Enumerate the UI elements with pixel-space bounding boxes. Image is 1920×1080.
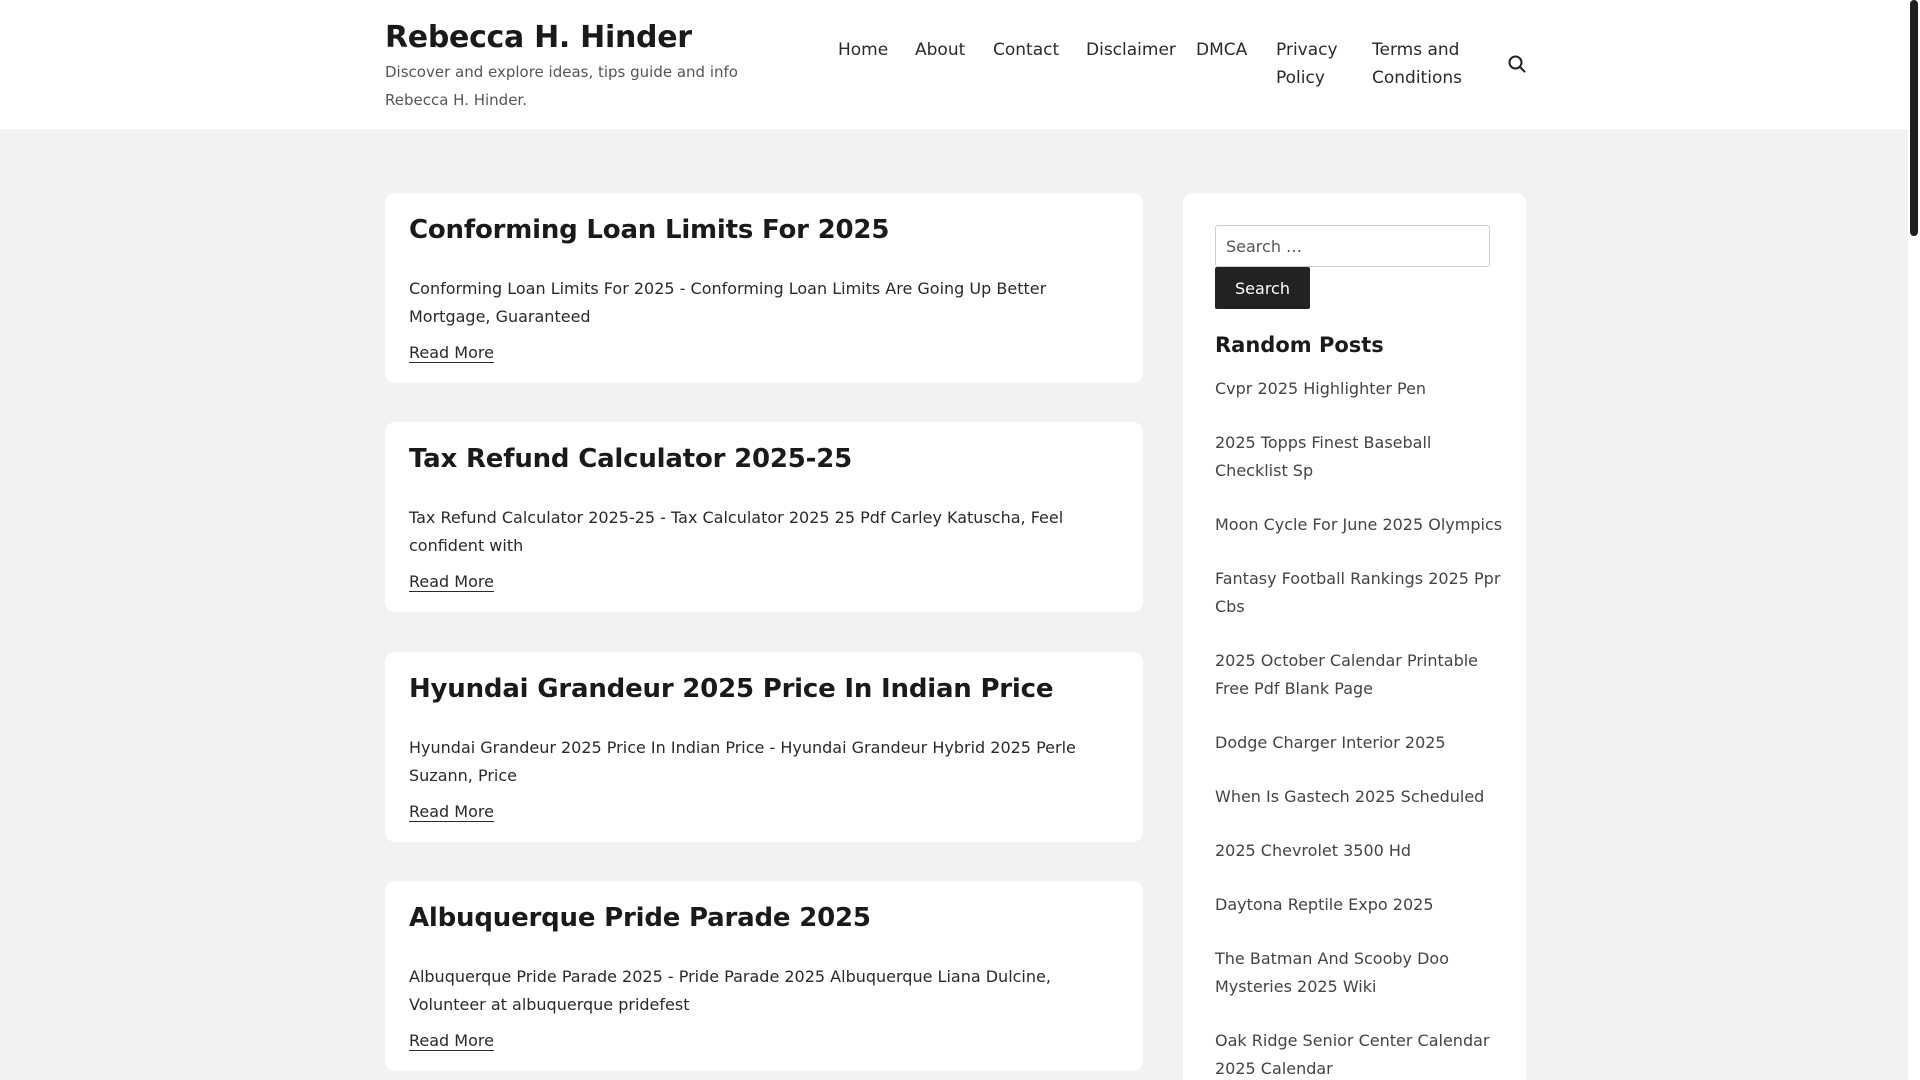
- nav-terms-and-conditions[interactable]: Terms and Conditions: [1372, 36, 1462, 92]
- scrollbar-thumb[interactable]: [1910, 0, 1918, 236]
- random-post-link[interactable]: When Is Gastech 2025 Scheduled: [1215, 783, 1505, 811]
- nav-about[interactable]: About: [915, 36, 965, 64]
- site-description: Discover and explore ideas, tips guide a…: [385, 63, 738, 109]
- site-header: Rebecca H. Hinder Discover and explore i…: [0, 0, 1908, 129]
- nav-home[interactable]: Home: [838, 36, 888, 64]
- post-title[interactable]: Tax Refund Calculator 2025-25: [409, 444, 852, 474]
- random-post-link[interactable]: Oak Ridge Senior Center Calendar 2025 Ca…: [1215, 1027, 1505, 1080]
- nav-disclaimer[interactable]: Disclaimer: [1086, 36, 1176, 64]
- nav-privacy-policy[interactable]: Privacy Policy: [1276, 36, 1346, 92]
- sidebar-search-input[interactable]: [1215, 225, 1490, 267]
- sidebar: Search Random Posts Cvpr 2025 Highlighte…: [1183, 193, 1526, 1080]
- post-title[interactable]: Conforming Loan Limits For 2025: [409, 215, 889, 245]
- random-post-link[interactable]: 2025 Chevrolet 3500 Hd: [1215, 837, 1505, 865]
- post-excerpt: Hyundai Grandeur 2025 Price In Indian Pr…: [409, 738, 1076, 785]
- random-post-link[interactable]: The Batman And Scooby Doo Mysteries 2025…: [1215, 945, 1505, 1001]
- post-card: Tax Refund Calculator 2025-25 Tax Refund…: [385, 422, 1143, 612]
- post-card: Hyundai Grandeur 2025 Price In Indian Pr…: [385, 652, 1143, 842]
- post-card: Albuquerque Pride Parade 2025 Albuquerqu…: [385, 881, 1143, 1071]
- scrollbar[interactable]: [1908, 0, 1920, 1080]
- random-post-link[interactable]: Cvpr 2025 Highlighter Pen: [1215, 375, 1505, 403]
- search-icon[interactable]: [1507, 54, 1527, 74]
- post-title[interactable]: Albuquerque Pride Parade 2025: [409, 903, 871, 933]
- post-excerpt: Conforming Loan Limits For 2025 - Confor…: [409, 279, 1047, 326]
- post-title[interactable]: Hyundai Grandeur 2025 Price In Indian Pr…: [409, 674, 1053, 704]
- site-title[interactable]: Rebecca H. Hinder: [385, 18, 805, 58]
- read-more-link[interactable]: Read More: [409, 339, 494, 367]
- nav-contact[interactable]: Contact: [993, 36, 1059, 64]
- site-branding: Rebecca H. Hinder Discover and explore i…: [385, 18, 805, 114]
- random-post-link[interactable]: Fantasy Football Rankings 2025 Ppr Cbs: [1215, 565, 1505, 621]
- read-more-link[interactable]: Read More: [409, 1027, 494, 1055]
- random-post-link[interactable]: 2025 October Calendar Printable Free Pdf…: [1215, 647, 1505, 703]
- read-more-link[interactable]: Read More: [409, 568, 494, 596]
- nav-dmca[interactable]: DMCA: [1196, 36, 1247, 64]
- sidebar-search-button[interactable]: Search: [1215, 267, 1310, 309]
- random-posts-title: Random Posts: [1215, 333, 1384, 357]
- post-excerpt: Tax Refund Calculator 2025-25 - Tax Calc…: [409, 508, 1064, 555]
- random-post-link[interactable]: Dodge Charger Interior 2025: [1215, 729, 1505, 757]
- random-post-link[interactable]: Daytona Reptile Expo 2025: [1215, 891, 1505, 919]
- random-post-link[interactable]: 2025 Topps Finest Baseball Checklist Sp: [1215, 429, 1505, 485]
- random-posts-list: Cvpr 2025 Highlighter Pen 2025 Topps Fin…: [1215, 375, 1505, 1080]
- random-post-link[interactable]: Moon Cycle For June 2025 Olympics: [1215, 511, 1505, 539]
- post-card: Conforming Loan Limits For 2025 Conformi…: [385, 193, 1143, 383]
- post-excerpt: Albuquerque Pride Parade 2025 - Pride Pa…: [409, 967, 1051, 1014]
- read-more-link[interactable]: Read More: [409, 798, 494, 826]
